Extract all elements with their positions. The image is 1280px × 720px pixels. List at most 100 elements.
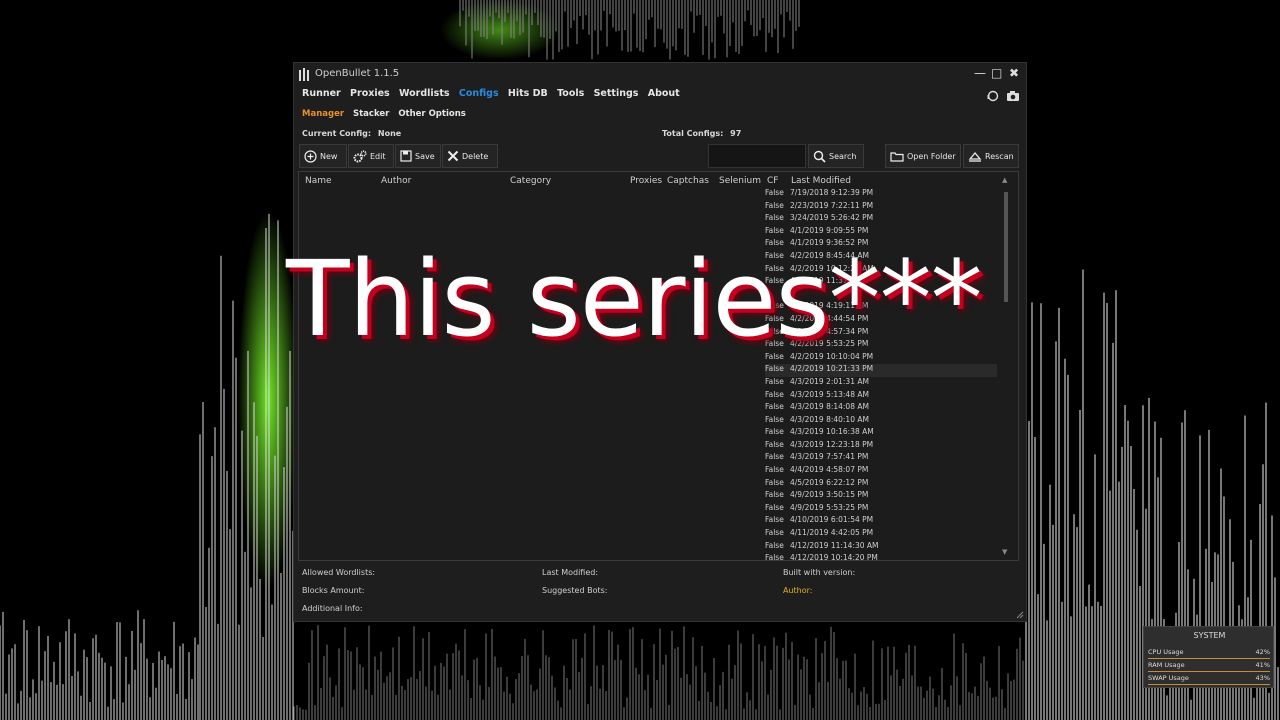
row-last-modified-cell: 4/3/2019 2:01:31 AM [790,376,869,386]
nav-tools[interactable]: Tools [557,88,584,99]
table-row[interactable]: False 4/2/2019 10:21:33 PM [765,364,997,377]
search-icon [813,150,826,163]
cpu-usage-bar [1148,658,1270,659]
nav-icons [985,87,1020,106]
column-header-author[interactable]: Author [381,176,411,186]
table-row[interactable]: False 4/12/2019 10:14:20 PM [765,553,997,561]
table-row[interactable]: False 4/10/2019 6:01:54 PM [765,515,997,528]
ram-usage-value: 41% [1255,661,1270,669]
table-row[interactable]: False 4/1/2019 9:09:55 PM [765,226,997,239]
row-last-modified-cell: 4/3/2019 5:13:48 AM [790,389,869,399]
screenshot-camera-icon[interactable] [1006,90,1020,102]
table-row[interactable]: False 4/3/2019 8:14:08 AM [765,402,997,415]
row-cf-cell: False [765,200,784,210]
additional-info-label: Additional Info: [302,604,363,613]
row-cf-cell: False [765,477,784,487]
table-row[interactable]: False 4/3/2019 10:16:38 AM [765,427,997,440]
sub-nav: Manager Stacker Other Options [302,109,472,119]
search-input[interactable] [708,144,806,168]
nav-settings[interactable]: Settings [594,88,639,99]
row-cf-cell: False [765,427,784,437]
delete-button[interactable]: Delete [442,144,498,168]
tab-other-options[interactable]: Other Options [398,109,466,119]
resize-grip-icon[interactable] [1016,611,1024,619]
table-row[interactable]: False 4/3/2019 2:01:31 AM [765,377,997,390]
save-button[interactable]: Save [395,144,441,168]
row-last-modified-cell: 4/3/2019 12:23:18 PM [790,439,874,449]
row-last-modified-cell: 3/24/2019 5:26:42 PM [790,213,874,223]
delete-label: Delete [462,151,489,161]
nav-configs[interactable]: Configs [459,88,499,99]
edit-button[interactable]: Edit [348,144,394,168]
nav-proxies[interactable]: Proxies [350,88,390,99]
scrollbar-thumb[interactable] [1004,192,1008,302]
new-label: New [320,151,338,161]
rescan-button[interactable]: Rescan [963,144,1019,168]
total-configs-value: 97 [730,129,742,138]
column-header-category[interactable]: Category [510,176,551,186]
row-last-modified-cell: 7/19/2018 9:12:39 PM [790,188,874,197]
row-last-modified-cell: 4/2/2019 10:21:33 PM [790,364,874,374]
column-header-captchas[interactable]: Captchas [667,176,709,186]
built-with-version-label: Built with version: [783,568,856,577]
column-header-proxies[interactable]: Proxies [630,176,662,186]
row-cf-cell: False [765,553,784,561]
search-button[interactable]: Search [808,144,864,168]
scroll-up-icon[interactable]: ▲ [1002,176,1007,184]
column-header-name[interactable]: Name [305,176,332,186]
tab-manager[interactable]: Manager [302,109,344,119]
scroll-down-icon[interactable]: ▼ [1002,548,1007,556]
tab-stacker[interactable]: Stacker [353,109,389,119]
row-last-modified-cell: 4/3/2019 7:57:41 PM [790,452,869,462]
open-folder-button[interactable]: Open Folder [885,144,961,168]
maximize-icon[interactable]: □ [991,66,1002,80]
table-row[interactable]: False 4/3/2019 7:57:41 PM [765,452,997,465]
row-cf-cell: False [765,502,784,512]
column-header-last-modified[interactable]: Last Modified [791,176,851,186]
row-cf-cell: False [765,225,784,235]
nav-about[interactable]: About [648,88,680,99]
table-row[interactable]: False 4/3/2019 8:40:10 AM [765,415,997,428]
table-row[interactable]: False 4/3/2019 5:13:48 AM [765,390,997,403]
row-last-modified-cell: 4/9/2019 3:50:15 PM [790,490,869,500]
table-row[interactable]: False 7/19/2018 9:12:39 PM [765,188,997,201]
total-configs-label: Total Configs: [662,129,724,138]
new-button[interactable]: New [299,144,347,168]
row-cf-cell: False [765,439,784,449]
plus-circle-icon [304,149,317,163]
table-row[interactable]: False 4/9/2019 3:50:15 PM [765,490,997,503]
gears-icon [353,149,367,162]
column-header-selenium[interactable]: Selenium [719,176,761,186]
last-modified-label: Last Modified: [542,568,599,577]
table-row[interactable]: False 4/12/2019 11:14:30 AM [765,541,997,554]
close-icon[interactable]: ✖ [1009,66,1019,80]
nav-runner[interactable]: Runner [302,88,341,99]
table-row[interactable]: False 2/23/2019 7:22:11 PM [765,201,997,214]
support-icon[interactable] [987,90,999,102]
table-row[interactable]: False 4/9/2019 5:53:25 PM [765,503,997,516]
configs-list[interactable]: Name Author Category Proxies Captchas Se… [298,171,1019,561]
system-widget-title: SYSTEM [1193,631,1226,640]
current-config-label: Current Config: [302,129,372,138]
table-row[interactable]: False 4/4/2019 4:58:07 PM [765,465,997,478]
minimize-icon[interactable]: — [974,66,986,80]
table-row[interactable]: False 4/3/2019 12:23:18 PM [765,440,997,453]
title-bar[interactable]: OpenBullet 1.1.5 — □ ✖ [294,63,1026,85]
table-row[interactable]: False 4/11/2019 4:42:05 PM [765,528,997,541]
row-cf-cell: False [765,188,784,197]
vertical-scrollbar[interactable]: ▲ ▼ [1002,176,1010,556]
delete-x-icon [447,150,459,162]
suggested-bots-label: Suggested Bots: [542,586,608,595]
column-header-cf[interactable]: CF [767,176,778,186]
allowed-wordlists-label: Allowed Wordlists: [302,568,376,577]
cpu-usage-value: 42% [1255,648,1270,656]
row-last-modified-cell: 4/1/2019 9:09:55 PM [790,225,869,235]
row-cf-cell: False [765,515,784,525]
row-last-modified-cell: 4/12/2019 11:14:30 AM [790,540,879,550]
nav-wordlists[interactable]: Wordlists [399,88,450,99]
row-last-modified-cell: 4/9/2019 5:53:25 PM [790,502,869,512]
table-row[interactable]: False 4/5/2019 6:22:12 PM [765,478,997,491]
floppy-disk-icon [400,150,412,162]
table-row[interactable]: False 3/24/2019 5:26:42 PM [765,213,997,226]
nav-hits-db[interactable]: Hits DB [508,88,548,99]
